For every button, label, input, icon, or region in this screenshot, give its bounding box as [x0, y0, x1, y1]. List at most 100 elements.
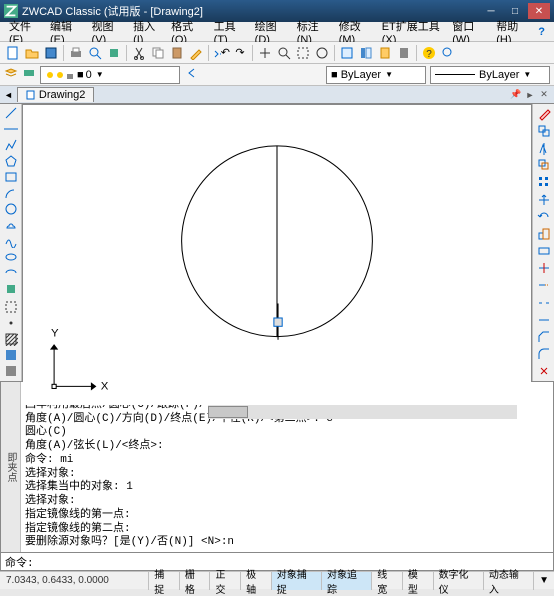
canvas-wrap: X Y ⏮ ◄ ► ⏭ Model布局1布局2 / ► — [22, 104, 532, 381]
spline-icon[interactable] — [2, 234, 20, 248]
lightbulb-icon — [45, 70, 55, 80]
rectangle-icon[interactable] — [2, 170, 20, 184]
zoom-window-icon[interactable] — [294, 44, 312, 62]
revcloud-icon[interactable] — [2, 218, 20, 232]
status-toggle[interactable]: 模型 — [402, 572, 433, 590]
xline-icon[interactable] — [2, 122, 20, 136]
tab-close-icon[interactable]: ✕ — [538, 89, 550, 101]
status-toggle[interactable]: 动态输入 — [483, 572, 533, 590]
search-icon[interactable] — [439, 44, 457, 62]
status-toggle[interactable]: 数字化仪 — [433, 572, 483, 590]
array-icon[interactable] — [535, 175, 553, 190]
hatch-icon[interactable] — [2, 332, 20, 346]
status-toggle[interactable]: 对象捕捉 — [271, 572, 321, 590]
break-icon[interactable] — [535, 295, 553, 310]
hscroll-track[interactable] — [208, 405, 517, 419]
toolbar-layers: ■ 0 ▼ ■ ByLayer▼ ByLayer▼ — [0, 64, 554, 86]
cmd-line: 指定镜像线的第一点: — [25, 509, 549, 523]
trim-icon[interactable] — [535, 261, 553, 276]
open-icon[interactable] — [23, 44, 41, 62]
copy-obj-icon[interactable] — [535, 123, 553, 138]
block-icon[interactable] — [2, 300, 20, 314]
fillet-icon[interactable] — [535, 347, 553, 362]
redo-icon[interactable]: ↷ — [231, 44, 249, 62]
chamfer-icon[interactable] — [535, 329, 553, 344]
explode-icon[interactable] — [535, 364, 553, 379]
status-toggle[interactable]: 线宽 — [371, 572, 402, 590]
menubar: 文件(F)编辑(E)视图(V)插入(I)格式(O)工具(T)绘图(D)标注(N)… — [0, 22, 554, 42]
help-button-icon[interactable]: ? — [420, 44, 438, 62]
stretch-icon[interactable] — [535, 244, 553, 259]
copy-icon[interactable] — [149, 44, 167, 62]
toolpalettes-icon[interactable] — [376, 44, 394, 62]
rotate-icon[interactable] — [535, 209, 553, 224]
polygon-icon[interactable] — [2, 154, 20, 168]
paste-icon[interactable] — [168, 44, 186, 62]
ellipse-arc-icon[interactable] — [2, 266, 20, 280]
help-icon[interactable]: ? — [533, 24, 550, 40]
join-icon[interactable] — [535, 312, 553, 327]
svg-text:?: ? — [426, 49, 432, 60]
print-icon[interactable] — [67, 44, 85, 62]
cmd-line: 选择对象: — [25, 495, 549, 509]
cut-icon[interactable] — [130, 44, 148, 62]
matchprop-icon[interactable] — [187, 44, 205, 62]
save-icon[interactable] — [42, 44, 60, 62]
hscroll-thumb[interactable] — [208, 406, 248, 418]
cmd-line: 要删除源对象吗？[是(Y)/否(N)] <N>:n — [25, 536, 549, 550]
calc-icon[interactable] — [395, 44, 413, 62]
arc-icon[interactable] — [2, 186, 20, 200]
zoom-prev-icon[interactable] — [313, 44, 331, 62]
pan-icon[interactable] — [256, 44, 274, 62]
offset-icon[interactable] — [535, 158, 553, 173]
document-tabs: ◄ Drawing2 📌 ► ✕ — [0, 86, 554, 104]
publish-icon[interactable] — [105, 44, 123, 62]
polyline-icon[interactable] — [2, 138, 20, 152]
zoom-icon[interactable] — [275, 44, 293, 62]
status-toggle[interactable]: 捕捉 — [148, 572, 179, 590]
layer-name: 0 — [86, 69, 92, 81]
status-toggle[interactable]: 栅格 — [179, 572, 210, 590]
layer-states-icon[interactable] — [22, 66, 36, 83]
linetype-value: ByLayer — [479, 69, 519, 81]
preview-icon[interactable] — [86, 44, 104, 62]
move-icon[interactable] — [535, 192, 553, 207]
designcenter-icon[interactable] — [357, 44, 375, 62]
doc-tab-label: Drawing2 — [39, 89, 85, 101]
new-icon[interactable] — [4, 44, 22, 62]
mirror-icon[interactable] — [535, 140, 553, 155]
tab-scroll-left-icon[interactable]: ◄ — [4, 90, 13, 100]
point-icon[interactable] — [2, 316, 20, 330]
extend-icon[interactable] — [535, 278, 553, 293]
line-icon[interactable] — [2, 106, 20, 120]
cmd-line: 指定镜像线的第二点: — [25, 523, 549, 537]
circle-icon[interactable] — [2, 202, 20, 216]
toolbar-standard: ↶ ↷ ? — [0, 42, 554, 64]
drawing-canvas[interactable]: X Y — [23, 105, 531, 405]
layer-prev-icon[interactable] — [184, 66, 198, 83]
status-toggle[interactable]: 对象追踪 — [321, 572, 371, 590]
region-icon[interactable] — [2, 364, 20, 378]
close-button[interactable]: ✕ — [528, 3, 550, 19]
gradient-icon[interactable] — [2, 348, 20, 362]
layer-manager-icon[interactable] — [4, 66, 18, 83]
status-down-icon[interactable]: ▼ — [533, 572, 554, 590]
linetype-dropdown[interactable]: ByLayer▼ — [430, 66, 550, 84]
color-dropdown[interactable]: ■ ByLayer▼ — [326, 66, 426, 84]
tab-scroll-right-icon[interactable]: ► — [524, 89, 536, 101]
draw-toolbar: A — [0, 104, 22, 381]
undo-icon[interactable]: ↶ — [212, 44, 230, 62]
tab-pin-icon[interactable]: 📌 — [510, 89, 522, 101]
insert-icon[interactable] — [2, 282, 20, 296]
status-toggle[interactable]: 正交 — [209, 572, 240, 590]
scale-icon[interactable] — [535, 226, 553, 241]
properties-icon[interactable] — [338, 44, 356, 62]
layer-dropdown[interactable]: ■ 0 ▼ — [40, 66, 180, 84]
cmd-line: 圆心(C) — [25, 426, 549, 440]
cmd-line: 选择集当中的对象: 1 — [25, 481, 549, 495]
doc-tab[interactable]: Drawing2 — [17, 87, 94, 102]
erase-icon[interactable] — [535, 106, 553, 121]
status-toggle[interactable]: 极轴 — [240, 572, 271, 590]
ellipse-icon[interactable] — [2, 250, 20, 264]
cmd-handle[interactable]: 即夹点 — [1, 382, 21, 552]
